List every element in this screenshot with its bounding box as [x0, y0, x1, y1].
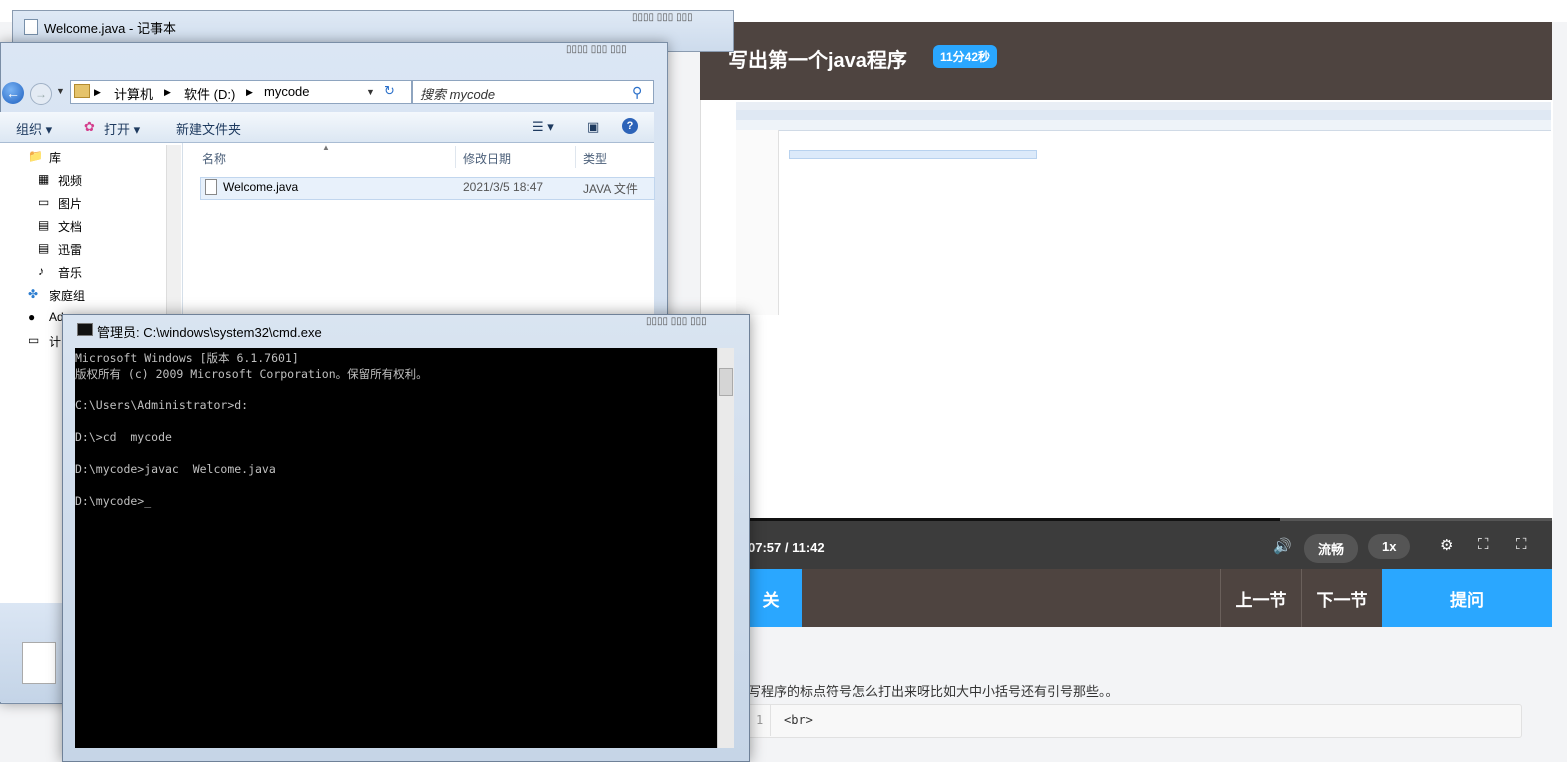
open-app-icon: ✿ — [84, 119, 95, 134]
homegroup-icon: ✤ — [28, 287, 39, 301]
volume-icon[interactable]: 🔊 — [1273, 537, 1292, 555]
column-divider — [575, 146, 576, 168]
chevron-right-icon[interactable]: ▶ — [246, 87, 253, 98]
refresh-icon[interactable]: ↻ — [384, 83, 395, 99]
quality-button[interactable]: 流畅 — [1304, 534, 1359, 563]
chevron-right-icon[interactable]: ▶ — [94, 87, 101, 98]
preview-pane-icon[interactable]: ▣ — [587, 119, 599, 135]
code-text: <br> — [784, 713, 813, 727]
column-divider — [455, 146, 456, 168]
pictures-icon: ▭ — [38, 195, 50, 209]
code-block — [744, 704, 1522, 738]
documents-icon: ▤ — [38, 218, 50, 232]
organize-button[interactable]: 组织 ▾ — [16, 119, 52, 138]
nav-homegroup[interactable]: 家庭组 — [49, 287, 85, 304]
prev-lesson-button[interactable]: 上一节 — [1220, 569, 1301, 627]
nav-libraries[interactable]: 库 — [49, 149, 61, 166]
music-icon: ♪ — [38, 264, 44, 278]
file-name: Welcome.java — [223, 180, 299, 194]
widescreen-icon[interactable]: ⛶ — [1478, 536, 1489, 553]
cmd-line: D:\mycode>_ — [75, 494, 152, 508]
computer-icon: ▭ — [28, 333, 40, 347]
duration-badge: 11分42秒 — [933, 45, 998, 68]
cmd-line: D:\mycode>javac Welcome.java — [75, 462, 276, 476]
breadcrumb-mycode[interactable]: mycode — [264, 84, 310, 99]
cmd-line: 版权所有 (c) 2009 Microsoft Corporation。保留所有… — [75, 367, 428, 381]
video-frame[interactable] — [700, 100, 1553, 520]
code-gutter — [770, 705, 771, 736]
fullscreen-icon[interactable]: ⛶ — [1516, 536, 1527, 553]
file-icon — [205, 179, 217, 195]
breadcrumb-computer[interactable]: 计算机 — [114, 84, 153, 103]
cmd-scrollbar[interactable] — [717, 348, 734, 748]
nav-documents[interactable]: 文档 — [58, 218, 82, 235]
notepad-title: Welcome.java - 记事本 — [44, 21, 176, 36]
nav-music[interactable]: 音乐 — [58, 264, 82, 281]
time-display: 07:57 / 11:42 — [748, 540, 825, 555]
ask-question-button[interactable]: 提问 — [1382, 569, 1552, 627]
column-header-name[interactable]: 名称 — [202, 150, 226, 167]
nav-computer[interactable]: 计 — [49, 333, 61, 350]
help-icon[interactable]: ? — [622, 118, 638, 134]
video-mini-row — [789, 160, 1035, 166]
video-mini-selected-row — [789, 150, 1037, 159]
nav-videos[interactable]: 视频 — [58, 172, 82, 189]
folder-icon — [74, 84, 90, 98]
video-controls — [700, 521, 1552, 569]
video-mini-toolbar — [736, 120, 1551, 131]
search-icon[interactable]: ⚲ — [632, 84, 642, 101]
cmd-title: 管理员: C:\windows\system32\cmd.exe — [97, 325, 322, 340]
new-folder-button[interactable]: 新建文件夹 — [176, 119, 241, 138]
cmd-icon — [77, 323, 93, 336]
recent-pages-icon[interactable]: ▼ — [56, 86, 65, 96]
video-mini-navpane — [736, 130, 779, 315]
column-header-type[interactable]: 类型 — [583, 150, 607, 167]
file-type: JAVA 文件 — [583, 182, 638, 196]
explorer-window-buttons[interactable]: ▯▯▯▯ ▯▯▯ ▯▯▯ — [566, 44, 627, 55]
chevron-right-icon[interactable]: ▶ — [164, 87, 171, 98]
speed-button[interactable]: 1x — [1368, 534, 1411, 559]
notepad-icon — [24, 19, 38, 35]
back-button[interactable]: ← — [2, 82, 24, 104]
open-label: 打开 — [104, 122, 131, 137]
chevron-down-icon[interactable]: ▼ — [366, 87, 375, 97]
open-button[interactable]: 打开 ▾ — [104, 119, 140, 138]
nav-thunder[interactable]: 迅雷 — [58, 241, 82, 258]
column-header-modified[interactable]: 修改日期 — [463, 150, 511, 167]
file-preview-icon — [22, 642, 56, 684]
gear-icon[interactable]: ⚙ — [1440, 536, 1453, 554]
breadcrumb-drive[interactable]: 软件 (D:) — [184, 84, 235, 103]
code-line-number: 1 — [756, 713, 764, 727]
sort-arrow-icon: ▲ — [322, 143, 330, 152]
cmd-line: Microsoft Windows [版本 6.1.7601] — [75, 351, 299, 365]
user-icon: ● — [28, 310, 36, 324]
cmd-window-buttons[interactable]: ▯▯▯▯ ▯▯▯ ▯▯▯ — [646, 316, 707, 327]
search-placeholder: 搜索 mycode — [420, 87, 496, 102]
notepad-window-buttons[interactable]: ▯▯▯▯ ▯▯▯ ▯▯▯ — [632, 12, 693, 23]
next-lesson-button[interactable]: 下一节 — [1301, 569, 1382, 627]
question-text: 问写程序的标点符号怎么打出来呀比如大中小括号还有引号那些。。 — [735, 684, 1119, 699]
video-title: 写出第一个java程序 — [728, 50, 907, 72]
organize-label: 组织 — [16, 122, 43, 137]
video-mini-addressbar — [736, 110, 1551, 120]
forward-button[interactable]: → — [30, 83, 52, 105]
video-icon: ▦ — [38, 172, 50, 186]
video-mini-titlebar — [736, 102, 1551, 110]
cmd-line: C:\Users\Administrator>d: — [75, 398, 249, 412]
cmd-scroll-thumb[interactable] — [719, 368, 733, 396]
thunder-icon: ▤ — [38, 241, 50, 255]
nav-pictures[interactable]: 图片 — [58, 195, 82, 212]
view-options-icon[interactable]: ☰ ▾ — [532, 119, 554, 135]
cmd-line: D:\>cd mycode — [75, 430, 172, 444]
file-modified: 2021/3/5 18:47 — [463, 180, 544, 194]
explorer-toolbar — [0, 112, 654, 143]
libraries-icon: 📁 — [28, 149, 43, 163]
